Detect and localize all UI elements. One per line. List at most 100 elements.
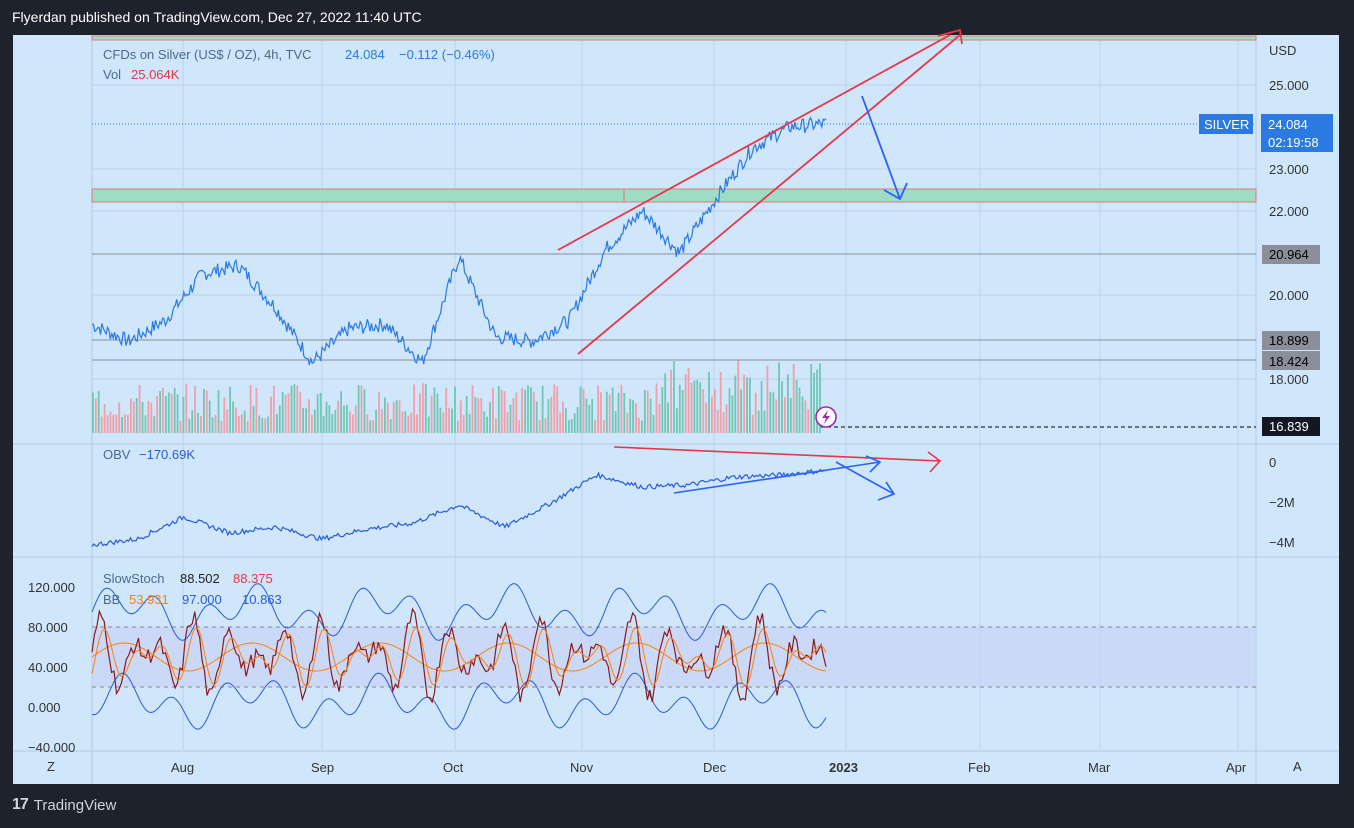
top-zone[interactable] [91, 35, 1257, 41]
volume-bar [451, 408, 453, 433]
volume-bar [118, 402, 121, 433]
volume-bar [162, 387, 164, 433]
volume-bar [459, 400, 462, 433]
obv-axis[interactable]: 0 −2M −4M [1269, 455, 1295, 550]
price-axis[interactable]: USD 25.000 23.000 22.000 20.000 18.000 S… [1199, 43, 1333, 436]
volume-bar [97, 391, 100, 433]
volume-bar [649, 398, 652, 433]
volume-bar [197, 412, 199, 433]
volume-bar [576, 407, 579, 433]
volume-bar [696, 379, 699, 433]
volume-bar [646, 390, 649, 433]
price-line[interactable] [91, 116, 827, 366]
obv-trend-lines[interactable] [613, 446, 942, 501]
volume-bar [766, 365, 769, 433]
volume-bar [547, 399, 550, 433]
z-button: Z [47, 759, 55, 774]
volume-bar [188, 418, 191, 433]
volume-bar [433, 387, 436, 433]
time-axis[interactable]: Aug Sep Oct Nov Dec 2023 Feb Mar Apr Z A [47, 759, 1302, 775]
support-zone[interactable] [91, 188, 1257, 203]
volume-bar [337, 400, 340, 433]
time-label: Mar [1088, 760, 1111, 775]
volume-bar [579, 386, 582, 433]
volume-bar [737, 360, 740, 433]
price-tick: 23.000 [1269, 162, 1309, 177]
tradingview-logo[interactable]: 17 TradingView [12, 796, 116, 814]
volume-bar [156, 396, 158, 433]
volume-bar [302, 407, 304, 433]
stoch-tick: 120.000 [28, 580, 75, 595]
volume-bar [503, 391, 506, 433]
stoch-legend: SlowStoch 88.502 88.375 BB 53.931 97.000… [103, 571, 282, 607]
volume-bar [150, 402, 153, 433]
obv-line[interactable] [91, 468, 827, 547]
volume-bar [200, 415, 202, 433]
symbol-title: CFDs on Silver (US$ / OZ), 4h, TVC [103, 47, 312, 62]
volume-bar [784, 397, 786, 433]
volume-bar [772, 392, 775, 433]
time-label: Apr [1226, 760, 1247, 775]
volume-bar [714, 388, 716, 433]
volume-bar [191, 410, 194, 433]
volume-bar [223, 397, 226, 433]
volume-bar [515, 392, 518, 433]
volume-bar [398, 400, 401, 433]
vol-label: Vol [103, 67, 121, 82]
lightning-icon[interactable] [815, 406, 837, 428]
volume-bar [445, 387, 448, 433]
volume-bar [138, 384, 141, 433]
volume-bar [369, 420, 372, 433]
volume-bar [778, 362, 780, 433]
volume-bar [267, 416, 269, 433]
volume-bar [424, 383, 427, 433]
volume-bar [194, 386, 196, 433]
volume-bar [422, 383, 424, 433]
stoch-axis[interactable]: 120.000 80.000 40.000 0.000 −40.000 [28, 580, 75, 755]
volume-bar [366, 414, 369, 433]
volume-bar [273, 386, 275, 433]
volume-bar [500, 389, 503, 433]
volume-bar [728, 388, 731, 433]
volume-bar [506, 412, 509, 433]
volume-bar [343, 405, 345, 433]
obv-label: OBV [103, 447, 131, 462]
volume-bar [252, 405, 255, 433]
volume-bar [462, 415, 465, 433]
volume-bar [635, 403, 637, 433]
volume-bar [480, 397, 483, 433]
volume-bar [734, 375, 737, 433]
volume-bar [182, 396, 185, 433]
volume-bar [725, 404, 728, 433]
stoch-tick: 0.000 [28, 700, 61, 715]
volume-bar [743, 374, 745, 433]
volume-bar [340, 391, 342, 433]
legend-change: −0.112 (−0.46%) [399, 47, 495, 62]
volume-bar [281, 392, 284, 433]
volume-bar [678, 384, 681, 433]
volume-bar [351, 414, 354, 433]
volume-bar [652, 415, 655, 433]
volume-bar [597, 385, 599, 433]
volume-bar [527, 385, 529, 433]
obv-value: −170.69K [139, 447, 195, 462]
volume-bar [226, 409, 229, 433]
volume-bar [538, 420, 541, 433]
volume-bar [524, 389, 526, 433]
chart-svg[interactable]: CFDs on Silver (US$ / OZ), 4h, TVC 24.08… [0, 0, 1354, 828]
volume-bar [205, 390, 208, 433]
volume-bar [465, 396, 468, 433]
volume-bar [217, 390, 220, 433]
volume-bar [486, 416, 488, 433]
volume-bar [789, 397, 792, 433]
volume-bar [565, 408, 567, 433]
volume-bar [585, 398, 588, 433]
volume-bar [442, 412, 445, 433]
volume-bar [492, 387, 494, 433]
volume-bar [287, 393, 290, 433]
volume-bar [208, 400, 211, 433]
volume-bar [751, 414, 754, 433]
volume-bar [299, 392, 302, 433]
volume-bar [130, 398, 132, 433]
volume-bar [705, 402, 707, 433]
